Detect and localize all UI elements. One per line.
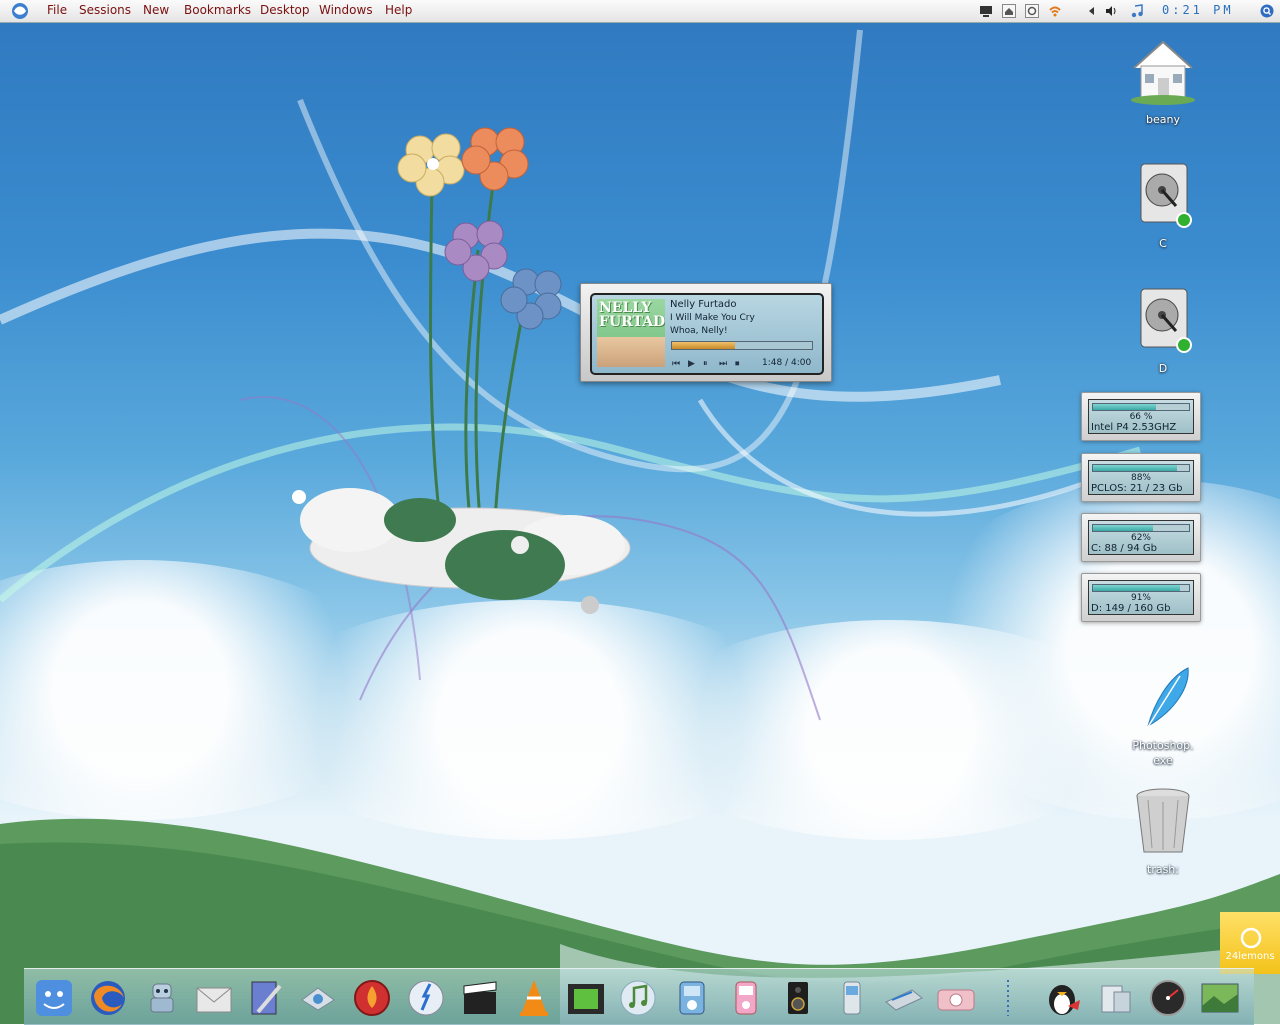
home-icon[interactable] <box>1002 4 1016 18</box>
24lemons-label: 24lemons <box>1225 951 1275 962</box>
desktop-icon-label: trash: <box>1147 863 1179 876</box>
ipod-pink-icon[interactable] <box>724 976 768 1020</box>
menu-bookmarks[interactable]: Bookmarks <box>184 3 251 17</box>
track-time: 1:48 / 4:00 <box>762 358 812 368</box>
desktop-icon-home[interactable]: beany <box>1118 36 1208 127</box>
album-title: Whoa, Nelly! <box>670 326 728 336</box>
pause-button[interactable]: ⏸ <box>703 359 708 369</box>
clock[interactable]: 0:21 PM <box>1162 3 1234 17</box>
photos-icon[interactable] <box>1198 976 1242 1020</box>
music-note-icon[interactable] <box>1130 4 1144 18</box>
robot-icon[interactable] <box>140 976 184 1020</box>
volume-icon[interactable] <box>1104 4 1118 18</box>
flower-bouquet <box>397 127 562 521</box>
desktop-icon-label: Photoshop. exe <box>1132 739 1194 767</box>
menu-sessions[interactable]: Sessions <box>79 3 131 17</box>
d-disk-monitor[interactable]: 91% D: 149 / 160 Gb <box>1081 573 1201 622</box>
music-player-widget[interactable]: NELLY FURTADO Nelly Furtado I Will Make … <box>580 283 832 382</box>
tux-icon[interactable] <box>1040 976 1084 1020</box>
monitor-percent: 62% <box>1130 533 1151 543</box>
play-button[interactable]: ▶ <box>688 359 695 369</box>
menu-new[interactable]: New <box>143 3 169 17</box>
video-icon[interactable] <box>564 976 608 1020</box>
burn-icon[interactable] <box>350 976 394 1020</box>
prev-button[interactable]: ⏮ <box>672 359 680 369</box>
itunes-icon[interactable] <box>616 976 660 1020</box>
monitor-fill <box>1093 585 1181 591</box>
hard-drive-icon <box>1140 163 1192 228</box>
desktop[interactable] <box>0 0 1280 1024</box>
app-launcher-icon[interactable] <box>9 2 31 20</box>
feather-icon <box>1145 667 1189 731</box>
camera-icon[interactable] <box>934 976 978 1020</box>
ipod-icon[interactable] <box>670 976 714 1020</box>
search-icon[interactable] <box>1260 4 1274 18</box>
refresh-icon[interactable] <box>1025 4 1039 18</box>
monitor-text: Intel P4 2.53GHZ <box>1091 422 1177 433</box>
c-disk-monitor[interactable]: 62% C: 88 / 94 Gb <box>1081 513 1201 562</box>
phone-icon[interactable] <box>830 976 874 1020</box>
24lemons-badge[interactable]: 24lemons <box>1220 912 1280 974</box>
album-cover: NELLY FURTADO <box>597 299 665 367</box>
monitor-text: PCLOS: 21 / 23 Gb <box>1091 483 1183 494</box>
track-title: I Will Make You Cry <box>670 313 755 323</box>
artist-name: Nelly Furtado <box>670 299 737 310</box>
system-icon[interactable] <box>1094 976 1138 1020</box>
monitor-percent: 66 % <box>1129 412 1153 422</box>
clapper-icon[interactable] <box>458 976 502 1020</box>
editor-icon[interactable] <box>244 976 288 1020</box>
monitor-fill <box>1093 525 1153 531</box>
gauge-icon[interactable] <box>1146 976 1190 1020</box>
cover-text: NELLY FURTADO <box>599 300 665 330</box>
monitor-fill <box>1093 404 1157 410</box>
home-folder-icon <box>1131 40 1195 105</box>
scanner-icon[interactable] <box>882 976 926 1020</box>
desktop-icon-trash[interactable]: trash: <box>1118 786 1208 877</box>
stop-button[interactable]: ⏹ <box>735 359 740 369</box>
dock-separator <box>1007 980 1009 1016</box>
progress-fill <box>672 342 735 349</box>
desktop-icon-photoshop[interactable]: Photoshop. exe <box>1118 664 1208 768</box>
arrow-left-icon[interactable] <box>1085 4 1099 18</box>
lemon-logo-icon <box>1240 927 1262 949</box>
vlc-icon[interactable] <box>512 976 556 1020</box>
menu-bar: File Sessions New Bookmarks Desktop Wind… <box>0 0 1280 23</box>
network-icon[interactable] <box>296 976 340 1020</box>
speaker-icon[interactable] <box>776 976 820 1020</box>
firefox-icon[interactable] <box>86 976 130 1020</box>
player-screen: NELLY FURTADO Nelly Furtado I Will Make … <box>590 293 824 375</box>
menu-windows[interactable]: Windows <box>319 3 373 17</box>
hard-drive-icon <box>1140 288 1192 353</box>
monitor-percent: 91% <box>1130 593 1151 603</box>
desktop-icon-label: beany <box>1146 113 1180 126</box>
pclos-disk-monitor[interactable]: 88% PCLOS: 21 / 23 Gb <box>1081 453 1201 502</box>
monitor-text: C: 88 / 94 Gb <box>1091 543 1157 554</box>
cpu-monitor[interactable]: 66 % Intel P4 2.53GHZ <box>1081 392 1201 441</box>
menu-file[interactable]: File <box>47 3 67 17</box>
monitor-icon[interactable] <box>979 4 993 18</box>
wifi-icon[interactable] <box>1048 4 1062 18</box>
dock <box>24 968 1254 1025</box>
monitor-percent: 88% <box>1130 473 1151 483</box>
trash-icon <box>1136 788 1190 853</box>
next-button[interactable]: ⏭ <box>719 359 727 369</box>
menu-help[interactable]: Help <box>385 3 412 17</box>
progress-bar[interactable] <box>671 341 813 350</box>
desktop-icon-drive-d[interactable]: D <box>1118 285 1208 376</box>
desktop-icon-label: D <box>1158 362 1168 375</box>
dashboard-icon[interactable] <box>404 976 448 1020</box>
mail-icon[interactable] <box>192 976 236 1020</box>
cloud-island <box>292 488 631 614</box>
desktop-icon-label: C <box>1159 237 1167 250</box>
desktop-icon-drive-c[interactable]: C <box>1118 160 1208 251</box>
monitor-fill <box>1093 465 1178 471</box>
finder-icon[interactable] <box>32 976 76 1020</box>
monitor-text: D: 149 / 160 Gb <box>1091 603 1171 614</box>
menu-desktop[interactable]: Desktop <box>260 3 310 17</box>
